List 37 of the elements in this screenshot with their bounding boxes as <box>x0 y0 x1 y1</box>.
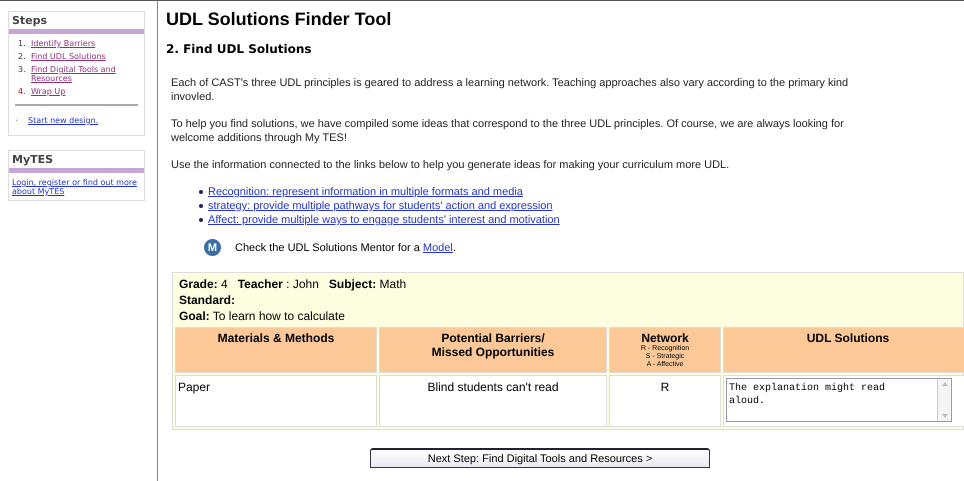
step-number: 3. <box>18 65 27 76</box>
table-cell: Blind students can't read <box>379 375 607 427</box>
panel-title: Steps <box>12 14 48 27</box>
step-number: 2. <box>18 52 27 61</box>
header-text: Materials & Methods <box>218 331 334 345</box>
paragraph: Use the information connected to the links below to help you generate ideas for making your curriculum more UDL. <box>171 158 730 172</box>
standard-label: Standard: <box>179 292 236 308</box>
step-number: 4. <box>18 87 27 96</box>
mentor-text: Check the UDL Solutions Mentor for a Model. <box>235 242 456 254</box>
step-link[interactable]: Identify Barriers <box>31 39 121 48</box>
principle-link[interactable]: Recognition: represent information in multiple formats and media <box>208 185 523 199</box>
principle-link[interactable]: Affect: provide multiple ways to engage students' interest and motivation <box>208 213 560 227</box>
step-link[interactable]: Find UDL Solutions <box>31 52 121 61</box>
panel-title: MyTES <box>12 153 54 166</box>
bullet: · <box>15 116 19 125</box>
model-link[interactable]: Model <box>422 242 453 254</box>
next-step-button[interactable]: Next Step: Find Digital Tools and Resources > <box>370 448 710 468</box>
paragraph: Each of CAST's three UDL principles is geared to address a learning network. Teaching approaches also vary according to the primary kind invovled. <box>171 76 850 104</box>
paragraph: To help you find solutions, we have compiled some ideas that correspond to the three UDL principles. Of course, we are always looking for welcome additions through My TES! <box>171 117 845 145</box>
login-link[interactable]: Login, register or find out more about MyTES <box>12 178 141 196</box>
step-number: 1. <box>18 39 27 48</box>
solution-field[interactable]: The explanation might read aloud. <box>726 378 952 422</box>
plan-info: Grade: 4 Teacher : John Subject: Math <box>179 276 408 292</box>
step-link[interactable]: Wrap Up <box>31 87 121 96</box>
mentor-icon: M <box>204 239 221 256</box>
table-cell: Paper <box>175 375 377 427</box>
scrollbar[interactable] <box>937 379 951 421</box>
header-text: Network <box>641 331 689 345</box>
page-title: UDL Solutions Finder Tool <box>166 9 392 30</box>
step-link[interactable]: Find Digital Tools and Resources <box>31 65 121 83</box>
header-text: UDL Solutions <box>806 331 890 345</box>
section-heading: 2. Find UDL Solutions <box>166 42 313 56</box>
goal-line: Goal: To learn how to calculate <box>179 308 346 324</box>
table-cell: R <box>609 375 721 427</box>
principle-link[interactable]: strategy: provide multiple pathways for students' action and expression <box>208 199 553 213</box>
header-text: Potential Barriers/ Missed Opportunities <box>430 331 556 359</box>
new-design-link[interactable]: Start new design. <box>28 116 98 125</box>
